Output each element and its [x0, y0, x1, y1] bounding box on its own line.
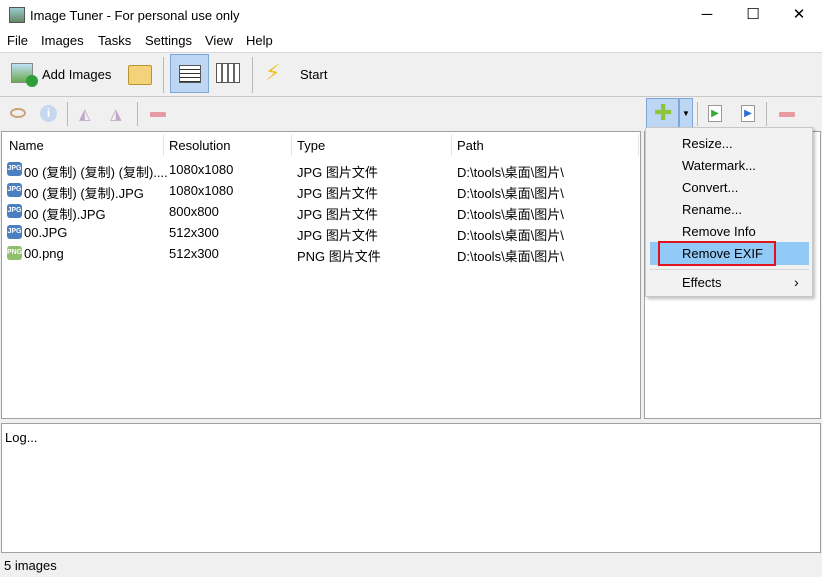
toolbar-separator: [163, 57, 164, 93]
jpg-file-icon: JPG: [7, 204, 22, 218]
plus-badge-icon: [26, 75, 38, 87]
table-row[interactable]: JPG 00 (复制) (复制).JPG 1080x1080 JPG 图片文件 …: [2, 181, 638, 201]
add-task-dropdown-button[interactable]: ▼: [679, 98, 693, 128]
menu-tasks[interactable]: Tasks: [98, 33, 131, 48]
toolbar-separator: [137, 102, 138, 126]
toolbar-separator: [67, 102, 68, 126]
cell-name: 00.png: [24, 246, 64, 261]
table-row[interactable]: JPG 00.JPG 512x300 JPG 图片文件 D:\tools\桌面\…: [2, 223, 638, 243]
status-text: 5 images: [4, 558, 57, 573]
column-header-resolution[interactable]: Resolution: [169, 138, 230, 153]
thumbnail-view-button[interactable]: [216, 63, 240, 83]
cell-path: D:\tools\桌面\图片\: [457, 207, 564, 222]
cell-type: JPG 图片文件: [297, 165, 378, 180]
plus-icon: ✚: [654, 100, 673, 125]
remove-icon[interactable]: [150, 112, 166, 117]
import-task-icon[interactable]: ▶: [708, 105, 722, 122]
cell-resolution: 1080x1080: [169, 162, 234, 177]
column-header-path[interactable]: Path: [457, 138, 484, 153]
cell-resolution: 512x300: [169, 246, 219, 261]
lightning-icon: ⚡: [265, 60, 281, 85]
menu-file[interactable]: File: [7, 33, 28, 48]
cell-resolution: 1080x1080: [169, 183, 234, 198]
close-button[interactable]: ✕: [776, 0, 822, 32]
menu-item-resize[interactable]: Resize...: [682, 136, 733, 151]
cell-path: D:\tools\桌面\图片\: [457, 165, 564, 180]
menu-settings[interactable]: Settings: [145, 33, 192, 48]
secondary-toolbar: i ◭ ◮ ✚ ▼ ▶ ▶: [0, 97, 822, 131]
rotate-left-icon[interactable]: ◭: [79, 105, 91, 123]
column-divider: [451, 134, 452, 156]
column-divider: [638, 134, 639, 156]
status-bar: 5 images: [0, 555, 822, 577]
jpg-file-icon: JPG: [7, 162, 22, 176]
column-header-name[interactable]: Name: [9, 138, 44, 153]
menu-item-watermark[interactable]: Watermark...: [682, 158, 756, 173]
cell-resolution: 512x300: [169, 225, 219, 240]
cell-type: JPG 图片文件: [297, 228, 378, 243]
cell-path: D:\tools\桌面\图片\: [457, 228, 564, 243]
cell-path: D:\tools\桌面\图片\: [457, 249, 564, 264]
jpg-file-icon: JPG: [7, 225, 22, 239]
image-list[interactable]: Name Resolution Type Path JPG 00 (复制) (复…: [1, 131, 641, 419]
export-task-icon[interactable]: ▶: [741, 105, 755, 122]
window-title: Image Tuner - For personal use only: [30, 8, 240, 23]
info-icon[interactable]: i: [40, 105, 57, 122]
toolbar-separator: [766, 102, 767, 126]
menu-images[interactable]: Images: [41, 33, 84, 48]
jpg-file-icon: JPG: [7, 183, 22, 197]
png-file-icon: PNG: [7, 246, 22, 260]
table-row[interactable]: PNG 00.png 512x300 PNG 图片文件 D:\tools\桌面\…: [2, 244, 638, 264]
add-images-label: Add Images: [42, 67, 112, 82]
column-divider: [163, 134, 164, 156]
list-view-icon: [179, 65, 201, 83]
table-row[interactable]: JPG 00 (复制) (复制) (复制).... 1080x1080 JPG …: [2, 160, 638, 180]
cell-type: JPG 图片文件: [297, 186, 378, 201]
title-bar: Image Tuner - For personal use only ─ ☐ …: [0, 0, 822, 32]
log-label: Log...: [5, 430, 38, 445]
cell-type: JPG 图片文件: [297, 207, 378, 222]
cell-name: 00 (复制) (复制) (复制)....: [24, 165, 168, 180]
cell-resolution: 800x800: [169, 204, 219, 219]
maximize-button[interactable]: ☐: [730, 0, 776, 32]
submenu-arrow-icon: ›: [794, 274, 799, 290]
annotation-highlight-box: [658, 241, 776, 266]
cell-name: 00 (复制) (复制).JPG: [24, 186, 144, 201]
menu-item-rename[interactable]: Rename...: [682, 202, 742, 217]
menu-item-remove-info[interactable]: Remove Info: [682, 224, 756, 239]
table-row[interactable]: JPG 00 (复制).JPG 800x800 JPG 图片文件 D:\tool…: [2, 202, 638, 222]
rotate-right-icon[interactable]: ◮: [110, 105, 122, 123]
minimize-button[interactable]: ─: [684, 0, 730, 32]
cell-name: 00 (复制).JPG: [24, 207, 106, 222]
add-folder-button[interactable]: [128, 65, 152, 85]
cell-name: 00.JPG: [24, 225, 68, 240]
column-divider: [291, 134, 292, 156]
menu-help[interactable]: Help: [246, 33, 273, 48]
toolbar-separator: [252, 57, 253, 93]
log-panel: Log...: [1, 423, 821, 553]
menu-bar: File Images Tasks Settings View Help: [0, 32, 822, 52]
add-images-button[interactable]: Add Images: [8, 59, 118, 91]
toolbar-separator: [697, 102, 698, 126]
menu-item-effects[interactable]: Effects: [682, 275, 722, 290]
add-task-button[interactable]: ✚: [646, 98, 679, 128]
task-dropdown-menu: Resize... Watermark... Convert... Rename…: [645, 127, 813, 297]
list-view-button[interactable]: [170, 54, 209, 93]
menu-view[interactable]: View: [205, 33, 233, 48]
start-button[interactable]: ⚡ Start: [262, 58, 342, 90]
menu-item-convert[interactable]: Convert...: [682, 180, 738, 195]
cell-type: PNG 图片文件: [297, 249, 381, 264]
menu-separator: [650, 269, 809, 270]
preview-eye-icon[interactable]: [10, 108, 26, 118]
column-header-type[interactable]: Type: [297, 138, 325, 153]
app-icon: [9, 7, 25, 23]
remove-task-icon[interactable]: [779, 112, 795, 117]
cell-path: D:\tools\桌面\图片\: [457, 186, 564, 201]
start-label: Start: [300, 67, 328, 82]
main-toolbar: Add Images ⚡ Start: [0, 52, 822, 97]
